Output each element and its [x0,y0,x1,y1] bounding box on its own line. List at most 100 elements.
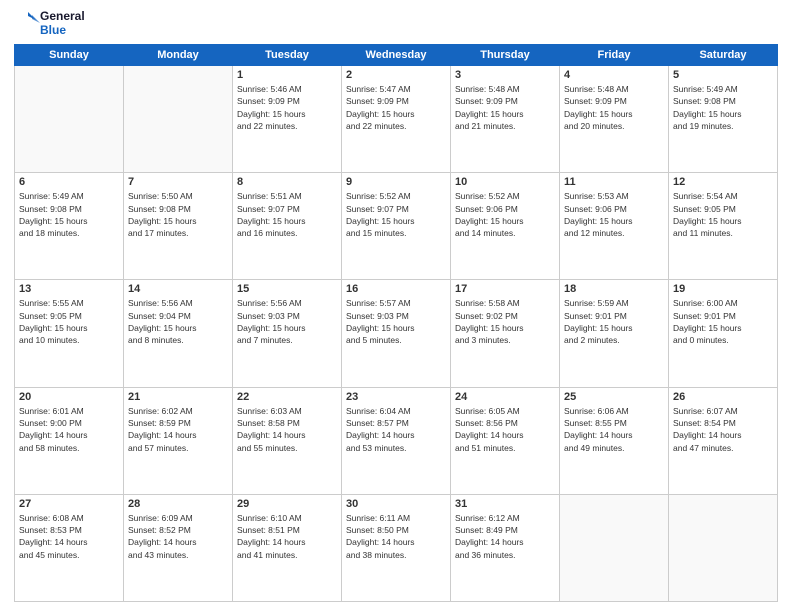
day-info: Sunrise: 5:55 AM Sunset: 9:05 PM Dayligh… [19,297,119,346]
calendar-cell: 3Sunrise: 5:48 AM Sunset: 9:09 PM Daylig… [451,66,560,173]
day-info: Sunrise: 6:04 AM Sunset: 8:57 PM Dayligh… [346,405,446,454]
day-info: Sunrise: 5:59 AM Sunset: 9:01 PM Dayligh… [564,297,664,346]
day-number: 13 [19,283,119,295]
weekday-header: Sunday [15,45,124,66]
day-number: 15 [237,283,337,295]
day-number: 11 [564,176,664,188]
day-number: 25 [564,391,664,403]
header: General Blue [14,10,778,38]
calendar-cell: 5Sunrise: 5:49 AM Sunset: 9:08 PM Daylig… [669,66,778,173]
calendar-cell: 8Sunrise: 5:51 AM Sunset: 9:07 PM Daylig… [233,173,342,280]
day-number: 24 [455,391,555,403]
weekday-header: Monday [124,45,233,66]
calendar-cell: 10 Sunrise: 5:52 AM Sunset: 9:06 PM Dayli… [451,173,560,280]
calendar-cell: 22 Sunrise: 6:03 AM Sunset: 8:58 PM Dayli… [233,387,342,494]
calendar-cell: 21 Sunrise: 6:02 AM Sunset: 8:59 PM Dayli… [124,387,233,494]
calendar-cell: 7 Sunrise: 5:50 AM Sunset: 9:08 PM Daylig… [124,173,233,280]
calendar-week-row: 20 Sunrise: 6:01 AM Sunset: 9:00 PM Dayli… [15,387,778,494]
calendar-cell: 19Sunrise: 6:00 AM Sunset: 9:01 PM Dayli… [669,280,778,387]
day-number: 16 [346,283,446,295]
day-number: 22 [237,391,337,403]
calendar-cell: 28 Sunrise: 6:09 AM Sunset: 8:52 PM Dayli… [124,494,233,601]
calendar-cell: 2 Sunrise: 5:47 AM Sunset: 9:09 PM Daylig… [342,66,451,173]
day-number: 26 [673,391,773,403]
calendar-cell [15,66,124,173]
day-number: 20 [19,391,119,403]
calendar-cell: 16 Sunrise: 5:57 AM Sunset: 9:03 PM Dayli… [342,280,451,387]
day-number: 29 [237,498,337,510]
calendar-cell: 12 Sunrise: 5:54 AM Sunset: 9:05 PM Dayli… [669,173,778,280]
calendar-cell: 6 Sunrise: 5:49 AM Sunset: 9:08 PM Daylig… [15,173,124,280]
calendar-body: 1 Sunrise: 5:46 AM Sunset: 9:09 PM Daylig… [15,66,778,602]
day-number: 8 [237,176,337,188]
day-info: Sunrise: 6:11 AM Sunset: 8:50 PM Dayligh… [346,512,446,561]
calendar-cell: 31 Sunrise: 6:12 AM Sunset: 8:49 PM Dayli… [451,494,560,601]
page: General Blue SundayMondayTuesdayWednesda… [0,0,792,612]
day-number: 12 [673,176,773,188]
day-info: Sunrise: 6:01 AM Sunset: 9:00 PM Dayligh… [19,405,119,454]
weekday-header: Thursday [451,45,560,66]
day-info: Sunrise: 6:06 AM Sunset: 8:55 PM Dayligh… [564,405,664,454]
day-number: 27 [19,498,119,510]
day-info: Sunrise: 5:48 AM Sunset: 9:09 PM Dayligh… [564,83,664,132]
calendar-cell [669,494,778,601]
calendar-cell: 30Sunrise: 6:11 AM Sunset: 8:50 PM Dayli… [342,494,451,601]
calendar-cell: 20 Sunrise: 6:01 AM Sunset: 9:00 PM Dayli… [15,387,124,494]
day-number: 4 [564,69,664,81]
calendar-cell: 18 Sunrise: 5:59 AM Sunset: 9:01 PM Dayli… [560,280,669,387]
calendar-cell: 14Sunrise: 5:56 AM Sunset: 9:04 PM Dayli… [124,280,233,387]
weekday-header: Saturday [669,45,778,66]
weekday-row: SundayMondayTuesdayWednesdayThursdayFrid… [15,45,778,66]
day-number: 10 [455,176,555,188]
calendar-cell: 23Sunrise: 6:04 AM Sunset: 8:57 PM Dayli… [342,387,451,494]
day-info: Sunrise: 6:00 AM Sunset: 9:01 PM Dayligh… [673,297,773,346]
calendar-cell: 13 Sunrise: 5:55 AM Sunset: 9:05 PM Dayli… [15,280,124,387]
day-number: 21 [128,391,228,403]
logo-container: General Blue [14,10,85,38]
day-number: 6 [19,176,119,188]
calendar-week-row: 6 Sunrise: 5:49 AM Sunset: 9:08 PM Daylig… [15,173,778,280]
weekday-header: Wednesday [342,45,451,66]
logo-svg [14,10,40,38]
day-info: Sunrise: 5:47 AM Sunset: 9:09 PM Dayligh… [346,83,446,132]
calendar-cell: 17 Sunrise: 5:58 AM Sunset: 9:02 PM Dayli… [451,280,560,387]
day-info: Sunrise: 5:52 AM Sunset: 9:06 PM Dayligh… [455,190,555,239]
calendar-week-row: 13 Sunrise: 5:55 AM Sunset: 9:05 PM Dayli… [15,280,778,387]
day-info: Sunrise: 6:03 AM Sunset: 8:58 PM Dayligh… [237,405,337,454]
day-number: 31 [455,498,555,510]
calendar-cell [124,66,233,173]
day-number: 28 [128,498,228,510]
calendar-cell: 11 Sunrise: 5:53 AM Sunset: 9:06 PM Dayli… [560,173,669,280]
day-info: Sunrise: 6:12 AM Sunset: 8:49 PM Dayligh… [455,512,555,561]
day-number: 1 [237,69,337,81]
calendar-cell [560,494,669,601]
day-info: Sunrise: 5:57 AM Sunset: 9:03 PM Dayligh… [346,297,446,346]
calendar-header: SundayMondayTuesdayWednesdayThursdayFrid… [15,45,778,66]
day-info: Sunrise: 5:50 AM Sunset: 9:08 PM Dayligh… [128,190,228,239]
logo-blue-text: Blue [40,24,85,38]
day-info: Sunrise: 5:49 AM Sunset: 9:08 PM Dayligh… [19,190,119,239]
day-info: Sunrise: 5:56 AM Sunset: 9:04 PM Dayligh… [128,297,228,346]
calendar-week-row: 27 Sunrise: 6:08 AM Sunset: 8:53 PM Dayli… [15,494,778,601]
day-info: Sunrise: 6:09 AM Sunset: 8:52 PM Dayligh… [128,512,228,561]
logo-text-block: General Blue [40,10,85,38]
day-info: Sunrise: 6:02 AM Sunset: 8:59 PM Dayligh… [128,405,228,454]
day-info: Sunrise: 5:46 AM Sunset: 9:09 PM Dayligh… [237,83,337,132]
calendar-week-row: 1 Sunrise: 5:46 AM Sunset: 9:09 PM Daylig… [15,66,778,173]
day-number: 9 [346,176,446,188]
day-number: 2 [346,69,446,81]
day-info: Sunrise: 6:08 AM Sunset: 8:53 PM Dayligh… [19,512,119,561]
day-info: Sunrise: 5:53 AM Sunset: 9:06 PM Dayligh… [564,190,664,239]
calendar-cell: 26Sunrise: 6:07 AM Sunset: 8:54 PM Dayli… [669,387,778,494]
day-info: Sunrise: 5:58 AM Sunset: 9:02 PM Dayligh… [455,297,555,346]
day-number: 17 [455,283,555,295]
calendar-cell: 27 Sunrise: 6:08 AM Sunset: 8:53 PM Dayli… [15,494,124,601]
day-number: 3 [455,69,555,81]
day-info: Sunrise: 5:49 AM Sunset: 9:08 PM Dayligh… [673,83,773,132]
day-number: 7 [128,176,228,188]
day-info: Sunrise: 5:54 AM Sunset: 9:05 PM Dayligh… [673,190,773,239]
day-number: 18 [564,283,664,295]
calendar-cell: 4 Sunrise: 5:48 AM Sunset: 9:09 PM Daylig… [560,66,669,173]
calendar-cell: 9Sunrise: 5:52 AM Sunset: 9:07 PM Daylig… [342,173,451,280]
calendar-table: SundayMondayTuesdayWednesdayThursdayFrid… [14,44,778,602]
